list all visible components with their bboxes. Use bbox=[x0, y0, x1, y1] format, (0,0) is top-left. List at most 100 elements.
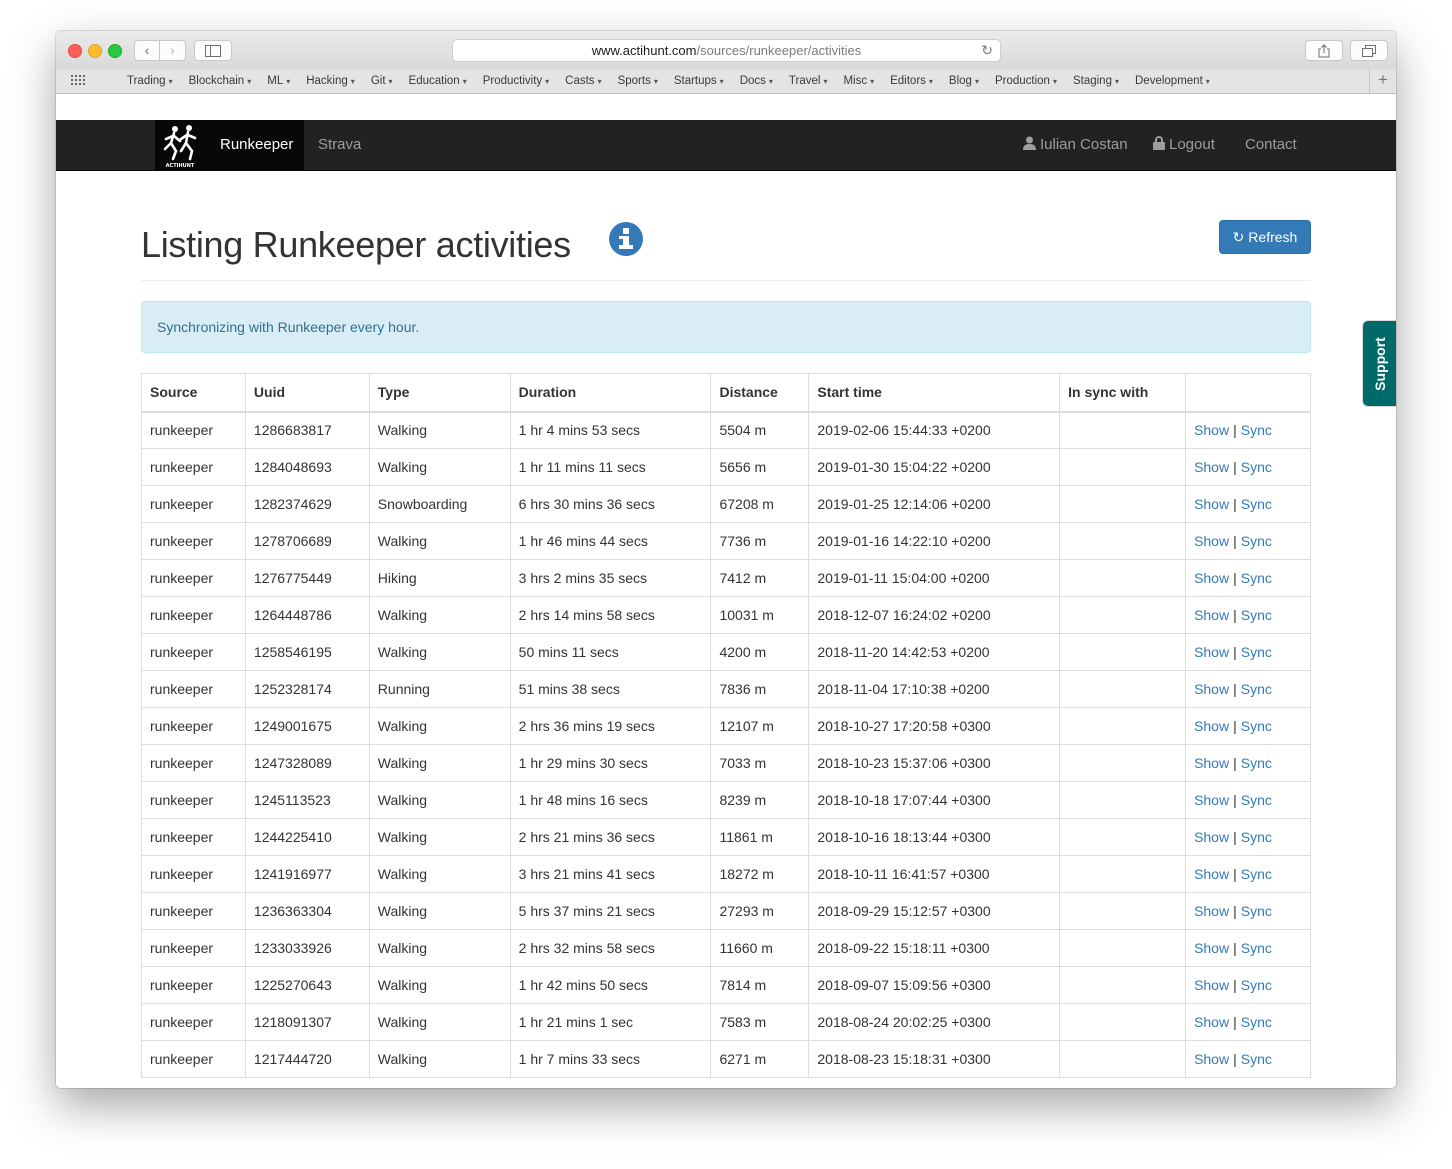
bookmark-folder[interactable]: Casts ▾ bbox=[565, 75, 601, 87]
sync-link[interactable]: Sync bbox=[1241, 533, 1272, 549]
cell-in-sync-with bbox=[1059, 707, 1187, 745]
cell-start-time: 2018-09-22 15:18:11 +0300 bbox=[808, 929, 1061, 967]
bookmark-folder[interactable]: Misc ▾ bbox=[843, 75, 874, 87]
apps-grid-icon[interactable] bbox=[71, 75, 87, 87]
bookmark-folder[interactable]: Blog ▾ bbox=[949, 75, 979, 87]
nav-logout[interactable]: Logout bbox=[1153, 136, 1215, 153]
cell-in-sync-with bbox=[1059, 818, 1187, 856]
cell-source: runkeeper bbox=[141, 818, 246, 856]
sync-link[interactable]: Sync bbox=[1241, 940, 1272, 956]
show-link[interactable]: Show bbox=[1194, 1051, 1229, 1067]
show-link[interactable]: Show bbox=[1194, 533, 1229, 549]
bookmark-folder[interactable]: Staging ▾ bbox=[1073, 75, 1119, 87]
sync-link[interactable]: Sync bbox=[1241, 755, 1272, 771]
cell-start-time: 2018-09-07 15:09:56 +0300 bbox=[808, 966, 1061, 1004]
bookmark-folder[interactable]: Education ▾ bbox=[409, 75, 467, 87]
forward-button[interactable]: › bbox=[160, 40, 186, 61]
sync-link[interactable]: Sync bbox=[1241, 644, 1272, 660]
cell-start-time: 2019-01-16 14:22:10 +0200 bbox=[808, 522, 1061, 560]
cell-type: Walking bbox=[368, 744, 511, 782]
brand-active-tab[interactable]: ACTIHUNT Runkeeper bbox=[155, 120, 304, 170]
show-link[interactable]: Show bbox=[1194, 940, 1229, 956]
new-tab-plus-icon[interactable]: + bbox=[1369, 69, 1396, 93]
show-link[interactable]: Show bbox=[1194, 755, 1229, 771]
bookmark-folder[interactable]: Productivity ▾ bbox=[483, 75, 549, 87]
show-link[interactable]: Show bbox=[1194, 681, 1229, 697]
sync-link[interactable]: Sync bbox=[1241, 903, 1272, 919]
show-link[interactable]: Show bbox=[1194, 496, 1229, 512]
bookmark-folder[interactable]: Hacking ▾ bbox=[306, 75, 355, 87]
cell-start-time: 2018-09-29 15:12:57 +0300 bbox=[808, 892, 1061, 930]
cell-uuid: 1249001675 bbox=[244, 707, 370, 745]
show-link[interactable]: Show bbox=[1194, 792, 1229, 808]
sync-link[interactable]: Sync bbox=[1241, 681, 1272, 697]
show-link[interactable]: Show bbox=[1194, 1014, 1229, 1030]
nav-runkeeper[interactable]: Runkeeper bbox=[220, 136, 293, 153]
bookmark-folder[interactable]: Production ▾ bbox=[995, 75, 1057, 87]
close-window-button[interactable] bbox=[68, 44, 82, 58]
back-button[interactable]: ‹ bbox=[134, 40, 160, 61]
sync-link[interactable]: Sync bbox=[1241, 496, 1272, 512]
sync-link[interactable]: Sync bbox=[1241, 422, 1272, 438]
cell-duration: 1 hr 46 mins 44 secs bbox=[509, 522, 712, 560]
sync-link[interactable]: Sync bbox=[1241, 459, 1272, 475]
minimize-window-button[interactable] bbox=[88, 44, 102, 58]
sync-link[interactable]: Sync bbox=[1241, 718, 1272, 734]
chevron-down-icon: ▾ bbox=[545, 77, 550, 86]
cell-in-sync-with bbox=[1059, 892, 1187, 930]
bookmark-folder[interactable]: ML ▾ bbox=[267, 75, 290, 87]
sync-link[interactable]: Sync bbox=[1241, 866, 1272, 882]
show-link[interactable]: Show bbox=[1194, 422, 1229, 438]
cell-in-sync-with bbox=[1059, 1003, 1187, 1041]
show-link[interactable]: Show bbox=[1194, 829, 1229, 845]
address-bar[interactable]: www.actihunt.com/sources/runkeeper/activ… bbox=[452, 39, 1001, 62]
table-row: runkeeper 1244225410 Walking 2 hrs 21 mins … bbox=[141, 818, 1311, 856]
bookmark-folder[interactable]: Startups ▾ bbox=[674, 75, 724, 87]
bookmark-folder[interactable]: Git ▾ bbox=[371, 75, 393, 87]
reload-icon[interactable]: ↻ bbox=[981, 40, 993, 61]
info-icon[interactable] bbox=[609, 222, 643, 256]
show-link[interactable]: Show bbox=[1194, 570, 1229, 586]
cell-start-time: 2018-10-23 15:37:06 +0300 bbox=[808, 744, 1061, 782]
cell-uuid: 1217444720 bbox=[244, 1040, 370, 1078]
sync-link[interactable]: Sync bbox=[1241, 977, 1272, 993]
show-link[interactable]: Show bbox=[1194, 459, 1229, 475]
cell-type: Walking bbox=[368, 522, 511, 560]
show-link[interactable]: Show bbox=[1194, 903, 1229, 919]
sync-link[interactable]: Sync bbox=[1241, 829, 1272, 845]
support-tab[interactable]: Support bbox=[1363, 321, 1396, 406]
bookmark-folder[interactable]: Travel ▾ bbox=[789, 75, 828, 87]
nav-strava[interactable]: Strava bbox=[318, 136, 361, 153]
share-button[interactable] bbox=[1305, 40, 1343, 61]
sync-link[interactable]: Sync bbox=[1241, 570, 1272, 586]
cell-type: Walking bbox=[368, 818, 511, 856]
show-link[interactable]: Show bbox=[1194, 977, 1229, 993]
show-link[interactable]: Show bbox=[1194, 718, 1229, 734]
sync-link[interactable]: Sync bbox=[1241, 792, 1272, 808]
maximize-window-button[interactable] bbox=[108, 44, 122, 58]
cell-source: runkeeper bbox=[141, 892, 246, 930]
show-link[interactable]: Show bbox=[1194, 866, 1229, 882]
bookmark-folder[interactable]: Docs ▾ bbox=[740, 75, 773, 87]
chevron-down-icon: ▾ bbox=[823, 77, 828, 86]
table-row: runkeeper 1225270643 Walking 1 hr 42 mins 5… bbox=[141, 966, 1311, 1004]
bookmark-folder[interactable]: Editors ▾ bbox=[890, 75, 933, 87]
chevron-down-icon: ▾ bbox=[719, 77, 724, 86]
cell-actions: Show | Sync bbox=[1185, 670, 1311, 708]
user-icon bbox=[1023, 136, 1036, 150]
nav-user[interactable]: Iulian Costan bbox=[1023, 136, 1128, 153]
bookmark-folder[interactable]: Sports ▾ bbox=[618, 75, 658, 87]
sync-link[interactable]: Sync bbox=[1241, 607, 1272, 623]
show-link[interactable]: Show bbox=[1194, 644, 1229, 660]
sync-link[interactable]: Sync bbox=[1241, 1051, 1272, 1067]
tabs-overview-button[interactable] bbox=[1350, 40, 1388, 61]
refresh-button[interactable]: ↻ Refresh bbox=[1219, 220, 1311, 254]
bookmark-folder[interactable]: Blockchain ▾ bbox=[189, 75, 252, 87]
sidebar-toggle-button[interactable] bbox=[194, 40, 232, 61]
bookmark-folder[interactable]: Development ▾ bbox=[1135, 75, 1210, 87]
sync-link[interactable]: Sync bbox=[1241, 1014, 1272, 1030]
nav-contact[interactable]: Contact bbox=[1245, 136, 1297, 153]
cell-distance: 10031 m bbox=[710, 596, 810, 634]
bookmark-folder[interactable]: Trading ▾ bbox=[127, 75, 173, 87]
show-link[interactable]: Show bbox=[1194, 607, 1229, 623]
